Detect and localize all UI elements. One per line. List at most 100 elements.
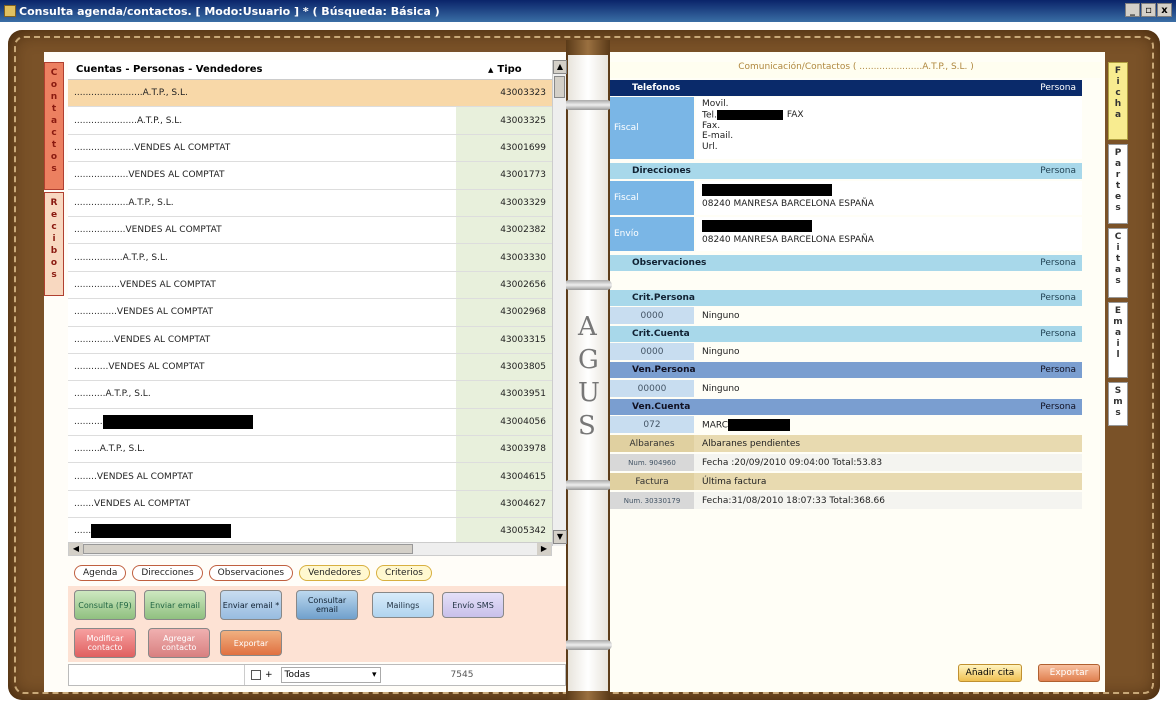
consulta-button[interactable]: Consulta (F9): [74, 590, 136, 620]
table-row[interactable]: .........A.T.P., S.L. 43003978: [68, 436, 552, 464]
table-row[interactable]: ........VENDES AL COMPTAT 43004615: [68, 463, 552, 491]
table-row[interactable]: ..................VENDES AL COMPTAT 43002…: [68, 216, 552, 245]
table-row[interactable]: ......................A.T.P., S.L. 430033…: [68, 107, 552, 135]
row-name: ..............VENDES AL COMPTAT: [68, 326, 456, 353]
row-name: ..................VENDES AL COMPTAT: [68, 216, 456, 244]
row-name: ......: [68, 518, 456, 545]
section-ven-cuenta: Ven.Cuenta Persona: [610, 399, 1082, 415]
scroll-down-button[interactable]: ▼: [553, 530, 567, 544]
spine-letter: G: [578, 345, 599, 375]
telefono-values: Movil. Tel. FAX Fax. E-mail. Url.: [696, 97, 1082, 159]
mailings-button[interactable]: Mailings: [372, 592, 434, 618]
contacts-list[interactable]: ........................A.T.P., S.L. 4300…: [68, 80, 552, 546]
list-horizontal-scrollbar[interactable]: ◀ ▶: [68, 542, 552, 556]
row-code: 43002382: [456, 216, 552, 244]
redacted-block: [91, 524, 232, 539]
enviar-email-button[interactable]: Enviar email: [144, 590, 206, 620]
direccion-envio-value: 08240 MANRESA BARCELONA ESPAÑA: [696, 217, 1082, 251]
scroll-right-button[interactable]: ▶: [537, 543, 551, 555]
filter-agenda[interactable]: Agenda: [74, 565, 127, 581]
close-button[interactable]: x: [1157, 3, 1172, 17]
row-name: ........VENDES AL COMPTAT: [68, 463, 456, 490]
row-name: .......VENDES AL COMPTAT: [68, 490, 456, 518]
tab-citas[interactable]: Citas: [1108, 228, 1128, 298]
table-row[interactable]: ...................VENDES AL COMPTAT 4300…: [68, 162, 552, 190]
section-ven-persona: Ven.Persona Persona: [610, 362, 1082, 378]
factura-detail-row[interactable]: Num. 30330179 Fecha:31/08/2010 18:07:33 T…: [610, 492, 1082, 509]
spine-letter: U: [578, 378, 600, 408]
table-row[interactable]: ...............VENDES AL COMPTAT 43002968: [68, 299, 552, 327]
row-code: 43003325: [456, 107, 552, 134]
table-row[interactable]: ..............VENDES AL COMPTAT 43003315: [68, 326, 552, 354]
row-code: 43001773: [456, 162, 552, 189]
row-code: 43004056: [456, 408, 552, 436]
search-statusbar: + Todas ▾ 7545: [68, 664, 566, 686]
filter-bar: Agenda Direcciones Observaciones Vendedo…: [68, 560, 552, 586]
row-name: ...........A.T.P., S.L.: [68, 381, 456, 408]
exportar-button[interactable]: Exportar: [220, 630, 282, 656]
ven-cuenta-row: 072 MARC: [610, 416, 1082, 433]
table-row[interactable]: ........................A.T.P., S.L. 4300…: [68, 80, 552, 108]
albaran-detail-row[interactable]: Num. 904960 Fecha :20/09/2010 09:04:00 To…: [610, 454, 1082, 471]
modificar-contacto-button[interactable]: Modificar contacto: [74, 628, 136, 658]
table-row[interactable]: .....................VENDES AL COMPTAT 43…: [68, 134, 552, 163]
section-persona-label: Persona: [1040, 83, 1076, 93]
spine-letter: A: [578, 312, 597, 342]
binder-ring: [564, 100, 612, 110]
table-row[interactable]: .................A.T.P., S.L. 43003330: [68, 244, 552, 272]
table-row[interactable]: ................VENDES AL COMPTAT 4300265…: [68, 271, 552, 300]
tab-partes[interactable]: Partes: [1108, 144, 1128, 224]
table-row[interactable]: ...................A.T.P., S.L. 43003329: [68, 189, 552, 217]
tab-email[interactable]: Email: [1108, 302, 1128, 378]
column-header-type[interactable]: ▲ Tipo: [468, 64, 552, 75]
row-code: 43003805: [456, 353, 552, 381]
table-row[interactable]: ............VENDES AL COMPTAT 43003805: [68, 353, 552, 382]
tab-contactos[interactable]: Contactos: [44, 62, 64, 190]
tab-ficha[interactable]: Ficha: [1108, 62, 1128, 140]
type-select[interactable]: Todas ▾: [280, 667, 381, 683]
filter-vendedores[interactable]: Vendedores: [299, 565, 371, 581]
binder-ring: [564, 480, 612, 490]
scroll-thumb[interactable]: [554, 76, 565, 98]
table-row[interactable]: .......VENDES AL COMPTAT 43004627: [68, 490, 552, 519]
row-name: .................A.T.P., S.L.: [68, 244, 456, 271]
row-code: 43002968: [456, 299, 552, 326]
row-code: 43004615: [456, 463, 552, 490]
row-code: 43003330: [456, 244, 552, 271]
column-header-name[interactable]: Cuentas - Personas - Vendedores: [68, 64, 468, 75]
envio-sms-button[interactable]: Envío SMS: [442, 592, 504, 618]
redacted-block: [102, 414, 253, 429]
ven-persona-row: 00000 Ninguno: [610, 380, 1082, 397]
sort-asc-icon: ▲: [488, 66, 494, 74]
enviar-email-plus-button[interactable]: Enviar email *: [220, 590, 282, 620]
section-observaciones: Observaciones Persona: [610, 255, 1082, 271]
filter-criterios[interactable]: Criterios: [376, 565, 432, 581]
agregar-contacto-button[interactable]: Agregar contacto: [148, 628, 210, 658]
right-exportar-button[interactable]: Exportar: [1038, 664, 1100, 682]
table-row[interactable]: .......... 43004056: [68, 408, 552, 437]
minimize-button[interactable]: _: [1125, 3, 1140, 17]
maximize-button[interactable]: ▫: [1141, 3, 1156, 17]
scroll-up-button[interactable]: ▲: [553, 60, 567, 74]
section-telefonos: Telefonos Persona: [610, 80, 1082, 96]
filter-observaciones[interactable]: Observaciones: [208, 565, 294, 581]
search-input[interactable]: [69, 665, 245, 685]
app-icon: [4, 5, 16, 17]
scroll-left-button[interactable]: ◀: [69, 543, 83, 555]
row-code: 43003978: [456, 436, 552, 463]
crit-persona-row: 0000 Ninguno: [610, 307, 1082, 324]
list-vertical-scrollbar[interactable]: ▲ ▼: [552, 60, 567, 546]
tab-recibos[interactable]: Recibos: [44, 192, 64, 296]
anadir-cita-button[interactable]: Añadir cita: [958, 664, 1022, 682]
tab-sms[interactable]: Sms: [1108, 382, 1128, 426]
filter-checkbox[interactable]: [251, 670, 261, 680]
filter-direcciones[interactable]: Direcciones: [132, 565, 203, 581]
redacted-block: [702, 220, 812, 232]
binder-ring: [564, 280, 612, 290]
row-name: ................VENDES AL COMPTAT: [68, 271, 456, 299]
table-row[interactable]: ...........A.T.P., S.L. 43003951: [68, 381, 552, 409]
hscroll-thumb[interactable]: [83, 544, 413, 554]
direccion-envio-label: Envío: [610, 217, 694, 251]
consultar-email-button[interactable]: Consultar email: [296, 590, 358, 620]
row-name: ..........: [68, 408, 456, 436]
